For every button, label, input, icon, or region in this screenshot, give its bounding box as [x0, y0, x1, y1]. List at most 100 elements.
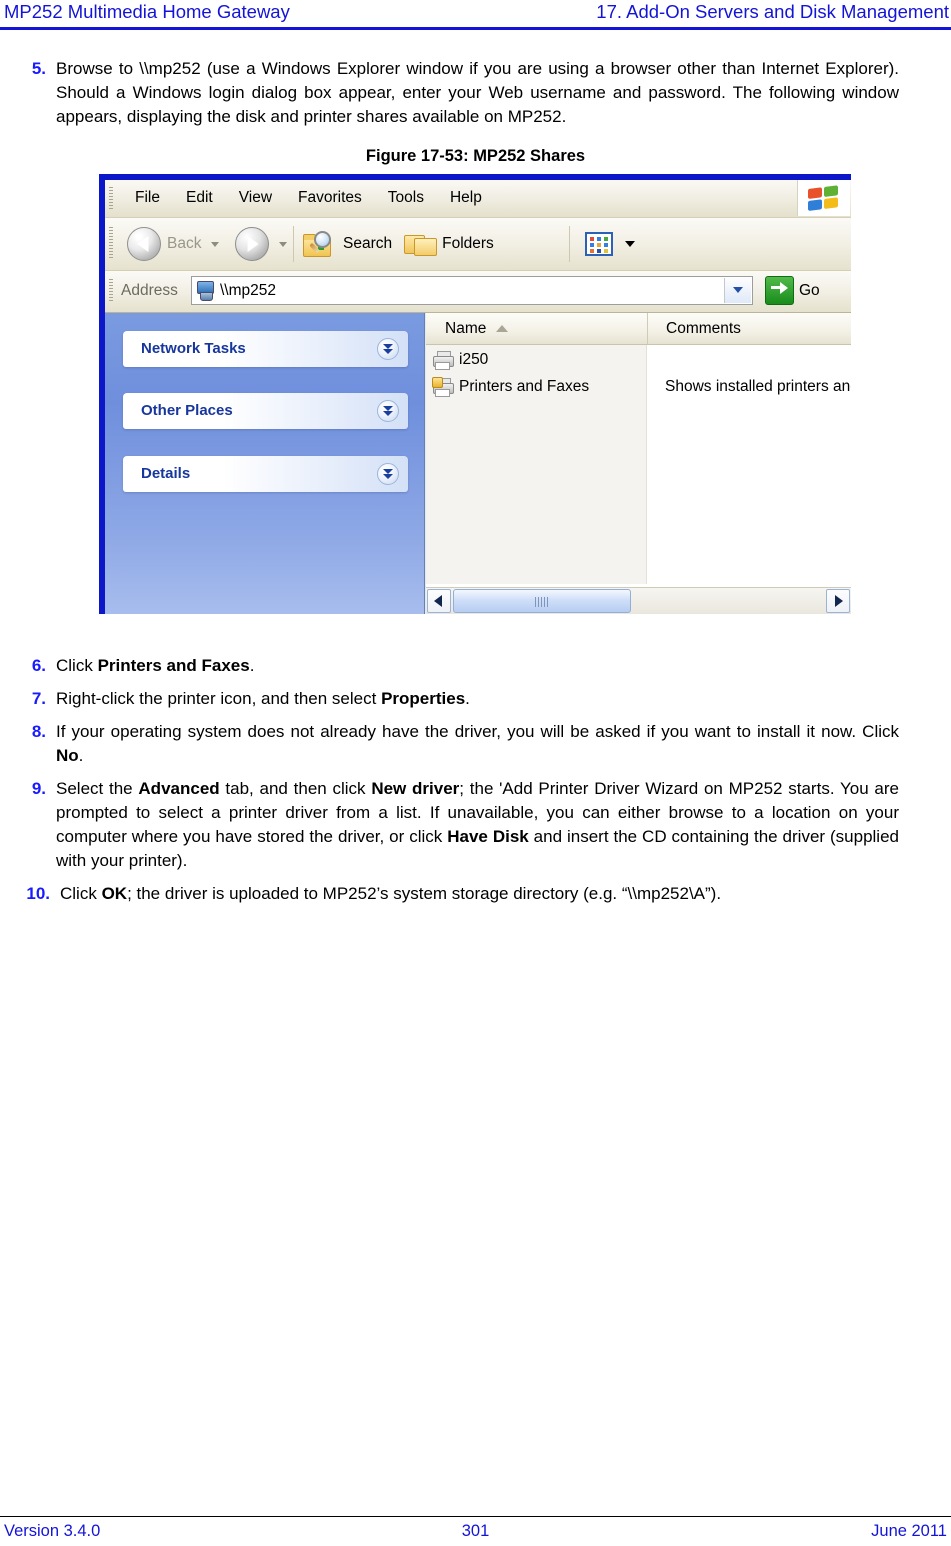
step-10: 10. Click OK; the driver is uploaded to … [0, 882, 895, 906]
step-8-pre: If your operating system does not alread… [56, 722, 899, 741]
toolbar-gripper[interactable] [109, 227, 113, 260]
step-10-number: 10. [26, 884, 50, 903]
menu-view[interactable]: View [226, 188, 285, 208]
steps-group-after-figure: 6. Click Printers and Faxes. 7. Right-cl… [0, 654, 951, 906]
row-comment-cell: Shows installed printers and fax printer… [665, 378, 851, 395]
search-icon [307, 230, 337, 258]
forward-button[interactable] [229, 223, 297, 265]
row-name-cell: i250 [432, 346, 488, 373]
step-8-post: . [78, 746, 84, 765]
address-input[interactable]: \\mp252 [191, 276, 753, 305]
folders-button[interactable]: Folders [398, 223, 500, 265]
row-name-label: Printers and Faxes [459, 377, 590, 395]
step-5-text: Browse to \\mp252 (use a Windows Explore… [56, 59, 899, 126]
go-label: Go [799, 281, 820, 299]
step-5-number: 5. [31, 59, 46, 78]
back-label: Back [167, 235, 202, 252]
step-9: 9. Select the Advanced tab, and then cli… [0, 777, 899, 873]
arrow-left-icon [434, 595, 442, 607]
task-panel-network-tasks-title: Network Tasks [141, 340, 246, 357]
step-6-number: 6. [31, 656, 46, 675]
list-column-headers: Name Comments [426, 313, 851, 345]
step-7-pre: Right-click the printer icon, and then s… [56, 689, 382, 708]
menu-edit[interactable]: Edit [173, 188, 226, 208]
sort-ascending-icon [496, 325, 509, 332]
chevron-double-down-icon[interactable] [377, 400, 399, 422]
menu-bar-gripper[interactable] [109, 187, 113, 209]
windows-explorer-window: File Edit View Favorites Tools Help Back… [99, 174, 851, 614]
column-header-name-label: Name [445, 319, 487, 337]
header-document-title: MP252 Multimedia Home Gateway [4, 1, 290, 22]
step-9-text: Select the Advanced tab, and then click … [56, 777, 899, 873]
computer-icon [196, 280, 215, 301]
column-header-comments-label: Comments [666, 319, 741, 337]
column-header-comments[interactable]: Comments [647, 313, 851, 344]
step-7-text: Right-click the printer icon, and then s… [56, 687, 899, 711]
views-button[interactable] [579, 223, 641, 265]
toolbar-separator-2 [569, 226, 570, 262]
step-10-text: Click OK; the driver is uploaded to MP25… [60, 882, 899, 906]
chevron-double-down-icon[interactable] [377, 463, 399, 485]
step-6: 6. Click Printers and Faxes. [0, 654, 895, 678]
scrollbar-grip-icon [535, 597, 549, 607]
chevron-down-icon [733, 287, 743, 293]
step-7-bold: Properties [381, 689, 466, 708]
horizontal-scrollbar[interactable] [426, 587, 851, 614]
step-10-pre: Click [60, 884, 102, 903]
arrow-right-icon [835, 595, 843, 607]
back-button[interactable]: Back [121, 223, 229, 265]
folders-icon [404, 231, 438, 257]
step-7-post: . [465, 689, 470, 708]
figure-caption: Figure 17-53: MP252 Shares [365, 147, 586, 165]
printer-icon [432, 350, 454, 370]
table-row[interactable]: Printers and Faxes Shows installed print… [426, 373, 851, 400]
address-dropdown-button[interactable] [724, 278, 751, 303]
footer-page-number: 301 [461, 1522, 490, 1540]
address-bar-gripper[interactable] [109, 279, 113, 303]
step-6-text: Click Printers and Faxes. [56, 654, 899, 678]
page-footer: Version 3.4.0 301 June 2011 [0, 1506, 951, 1546]
step-9-p2: tab, and then click [219, 779, 372, 798]
scrollbar-thumb[interactable] [453, 589, 631, 613]
windows-flag-icon [808, 185, 840, 212]
explorer-address-bar: Address \\mp252 Go [105, 271, 851, 313]
search-folders-group: Search Folders [301, 218, 500, 270]
search-label: Search [343, 235, 393, 252]
step-5: 5. Browse to \\mp252 (use a Windows Expl… [0, 57, 899, 129]
step-10-bold: OK [101, 884, 128, 903]
row-comment-cell [665, 346, 851, 373]
task-panel-details[interactable]: Details [123, 456, 408, 492]
go-arrow-icon [765, 276, 794, 305]
go-button[interactable]: Go [765, 276, 820, 305]
step-8: 8. If your operating system does not alr… [0, 720, 899, 768]
menu-tools[interactable]: Tools [375, 188, 437, 208]
step-10-post: ; the driver is uploaded to MP252’s syst… [127, 884, 722, 903]
step-9-p1: Select the [56, 779, 139, 798]
task-panel-network-tasks[interactable]: Network Tasks [123, 331, 408, 367]
menu-favorites[interactable]: Favorites [285, 188, 375, 208]
page-header: MP252 Multimedia Home Gateway 17. Add-On… [0, 0, 951, 30]
task-panel-other-places[interactable]: Other Places [123, 393, 408, 429]
menu-help[interactable]: Help [437, 188, 495, 208]
table-row[interactable]: i250 [426, 346, 851, 373]
scroll-right-button[interactable] [826, 589, 850, 613]
scroll-left-button[interactable] [427, 589, 451, 613]
column-header-name[interactable]: Name [426, 313, 647, 344]
search-button[interactable]: Search [301, 223, 398, 265]
step-8-number: 8. [31, 722, 46, 741]
step-9-b1: Advanced [138, 779, 220, 798]
toolbar-separator-1 [293, 226, 294, 262]
task-panel-details-title: Details [141, 465, 191, 482]
step-8-bold: No [56, 746, 79, 765]
menu-file[interactable]: File [122, 188, 173, 208]
back-dropdown-caret-icon[interactable] [211, 241, 220, 247]
step-6-bold: Printers and Faxes [97, 656, 250, 675]
printers-and-faxes-icon [432, 377, 454, 397]
forward-dropdown-caret-icon[interactable] [279, 241, 288, 247]
chevron-double-down-icon[interactable] [377, 338, 399, 360]
address-value: \\mp252 [220, 282, 277, 299]
views-dropdown-caret-icon[interactable] [625, 241, 635, 247]
step-7-number: 7. [31, 689, 46, 708]
folders-label: Folders [442, 235, 494, 252]
task-panel-other-places-title: Other Places [141, 402, 233, 419]
